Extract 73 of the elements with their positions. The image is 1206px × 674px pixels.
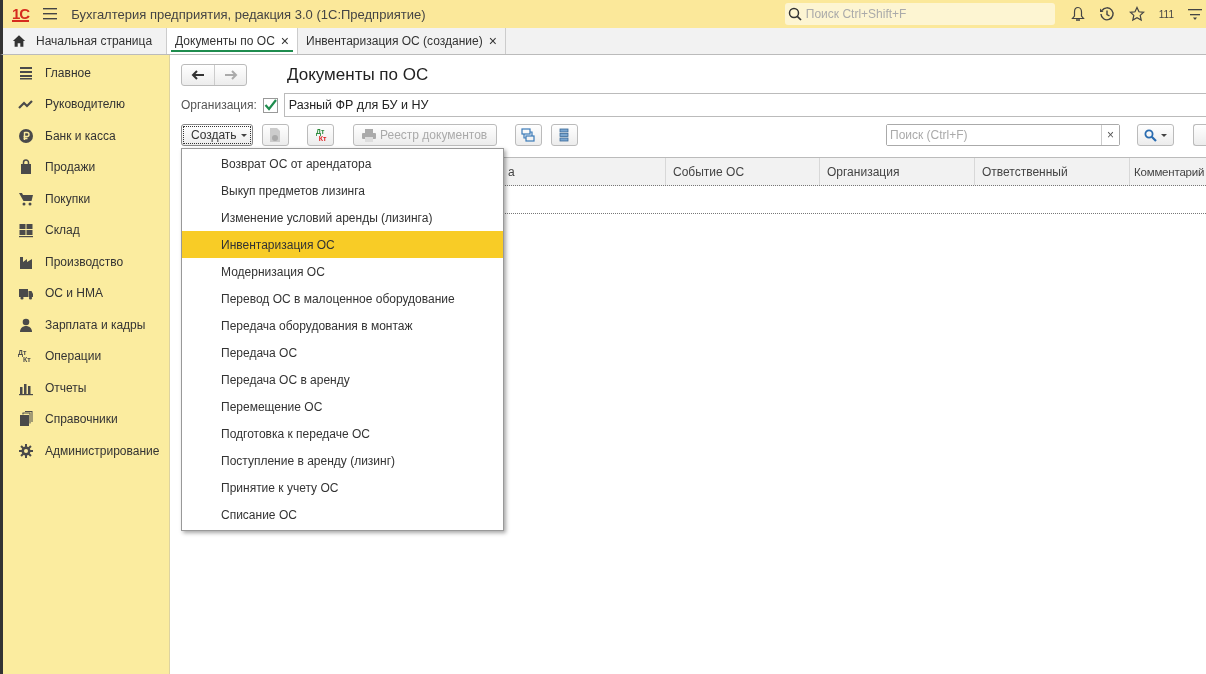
- column-header[interactable]: Комментарий: [1130, 158, 1206, 185]
- sidebar-item[interactable]: Производство: [3, 246, 169, 278]
- sidebar-item[interactable]: Руководителю: [3, 88, 169, 120]
- bell-icon[interactable]: [1070, 6, 1085, 22]
- cart-icon: [18, 190, 34, 207]
- list-icon: [18, 64, 34, 81]
- global-search-field[interactable]: Поиск Ctrl+Shift+F: [784, 3, 1055, 25]
- ruble-coin-icon: [18, 127, 34, 144]
- close-button[interactable]: ×: [488, 34, 497, 48]
- sidebar-item[interactable]: Банк и касса: [3, 120, 169, 152]
- menu-item[interactable]: Принятие к учету ОС: [182, 474, 503, 501]
- column-header[interactable]: Событие ОС: [666, 158, 820, 185]
- menu-item[interactable]: Поступление в аренду (лизинг): [182, 447, 503, 474]
- sidebar-item[interactable]: Склад: [3, 214, 169, 246]
- tab-label[interactable]: Начальная страница: [36, 34, 153, 48]
- menu-item[interactable]: Изменение условий аренды (лизинга): [182, 204, 503, 231]
- menu-item[interactable]: Списание ОС: [182, 501, 503, 528]
- menu-item[interactable]: Передача ОС в аренду: [182, 366, 503, 393]
- menu-item[interactable]: Возврат ОС от арендатора: [182, 150, 503, 177]
- counter: 111: [1158, 8, 1174, 20]
- global-search-field[interactable]: Поиск Ctrl+Shift+F: [803, 6, 1055, 22]
- sidebar-item[interactable]: Зарплата и кадры: [3, 309, 169, 341]
- books-icon: [18, 411, 34, 428]
- menu-item[interactable]: Выкуп предметов лизинга: [182, 177, 503, 204]
- menu-item[interactable]: Инвентаризация ОС: [182, 231, 503, 258]
- organization-field[interactable]: Разный ФР для БУ и НУ: [283, 93, 1206, 117]
- sidebar-item[interactable]: Покупки: [3, 183, 169, 215]
- list-icon: [559, 128, 570, 142]
- clear-button[interactable]: ×: [1101, 125, 1119, 145]
- sidebar-item[interactable]: Отчеты: [3, 372, 169, 404]
- search-button[interactable]: [1137, 124, 1174, 146]
- field-label: Организация:: [181, 98, 257, 112]
- sidebar-item[interactable]: Главное: [3, 57, 169, 89]
- star-icon[interactable]: [1128, 6, 1145, 22]
- tab-label[interactable]: Инвентаризация ОС (создание): [306, 34, 483, 48]
- home-icon: [12, 34, 26, 48]
- person-icon: [18, 316, 34, 333]
- menu-item[interactable]: Перевод ОС в малоценное оборудование: [182, 285, 503, 312]
- checkbox[interactable]: [262, 97, 278, 113]
- sidebar-item[interactable]: ОС и НМА: [3, 277, 169, 309]
- list-search-field[interactable]: Поиск (Ctrl+F) ×: [886, 124, 1120, 146]
- structure-button[interactable]: [514, 124, 542, 146]
- right-arrow-icon: [223, 70, 238, 80]
- list-button[interactable]: [550, 124, 578, 146]
- sidebar-item[interactable]: Администрирование: [3, 435, 169, 467]
- grid-icon: [18, 222, 34, 239]
- app-title: Бухгалтерия предприятия, редакция 3.0 (1С:Предприятие): [71, 6, 426, 22]
- sidebar-item[interactable]: Справочники: [3, 403, 169, 435]
- document-icon: [268, 127, 283, 143]
- sidebar-item[interactable]: Продажи: [3, 151, 169, 183]
- menu-item[interactable]: Передача ОС: [182, 339, 503, 366]
- logo[interactable]: 1С: [12, 6, 30, 22]
- structure-icon: [521, 128, 536, 142]
- column-header[interactable]: Организация: [820, 158, 975, 185]
- close-button[interactable]: ×: [280, 34, 289, 48]
- search-icon: [787, 7, 802, 21]
- search-icon: [1144, 128, 1157, 142]
- printer-icon: [362, 128, 376, 142]
- gear-icon: [18, 442, 34, 459]
- filter-menu-icon[interactable]: [1188, 7, 1202, 21]
- bag-icon: [18, 159, 34, 176]
- menu-item[interactable]: Подготовка к передаче ОС: [182, 420, 503, 447]
- form-title: Документы по ОС: [287, 65, 429, 85]
- tab[interactable]: Документы по ОС ×: [167, 28, 298, 54]
- tab-label[interactable]: Документы по ОС: [175, 34, 275, 48]
- left-arrow-icon: [191, 70, 205, 80]
- menu-item[interactable]: Перемещение ОС: [182, 393, 503, 420]
- column-header[interactable]: Ответственный: [975, 158, 1130, 185]
- menu-icon[interactable]: [43, 8, 58, 20]
- menu-item[interactable]: Передача оборудования в монтаж: [182, 312, 503, 339]
- history-icon[interactable]: [1098, 6, 1115, 22]
- menu-item[interactable]: Модернизация ОС: [182, 258, 503, 285]
- create-button[interactable]: Создать: [181, 124, 253, 146]
